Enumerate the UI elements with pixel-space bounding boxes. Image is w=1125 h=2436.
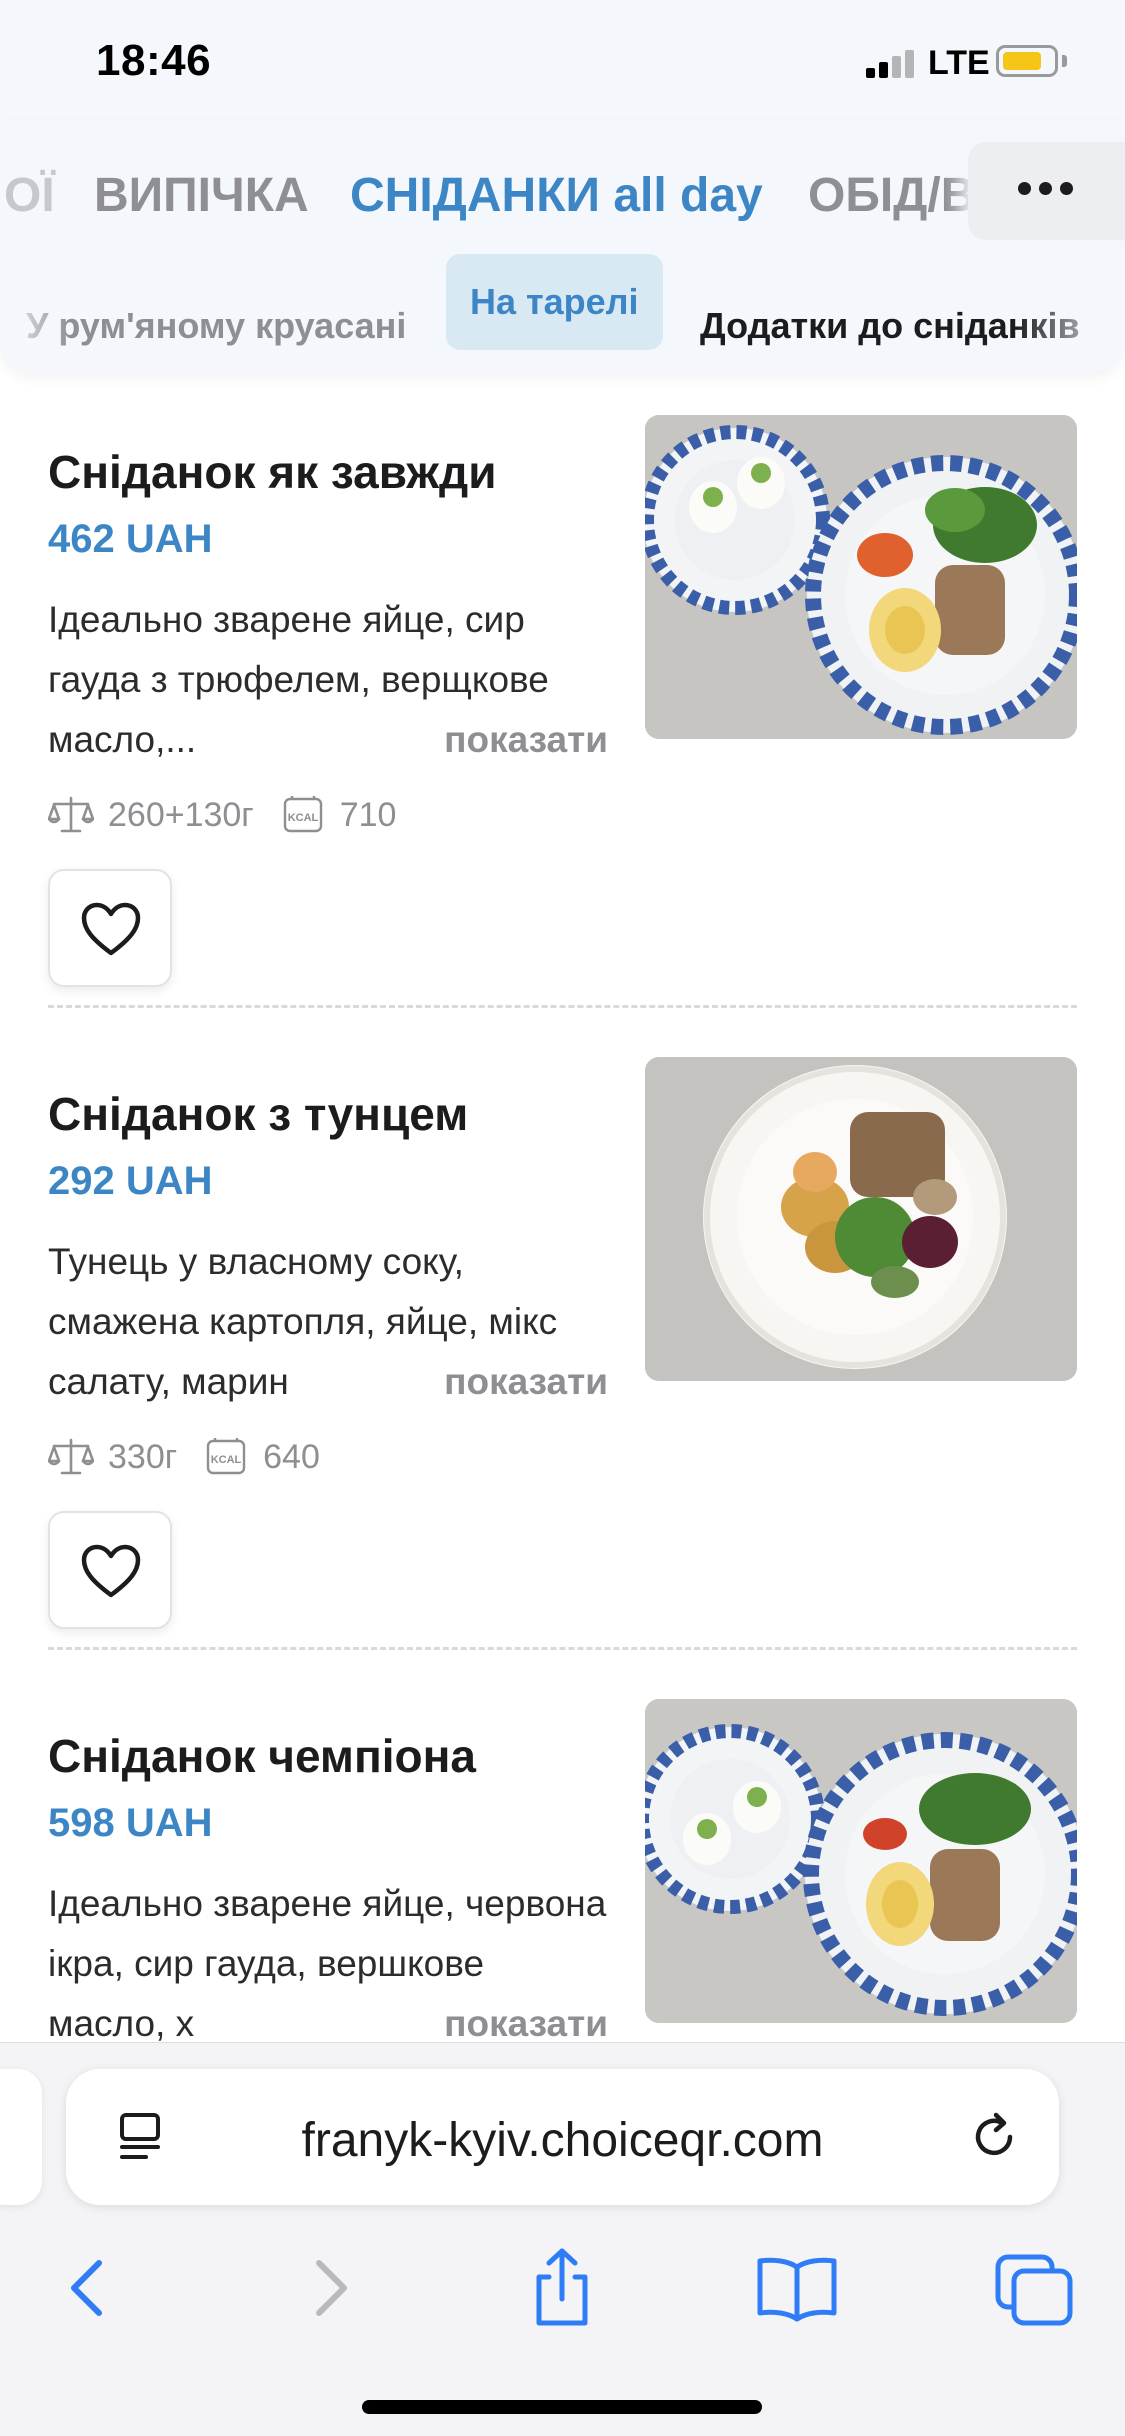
category-tab-lunch[interactable]: ОБІД/В <box>808 168 975 223</box>
scale-icon <box>48 1438 94 1475</box>
item-description: Ідеально зварене яйце, сир гауда з трюфе… <box>48 590 608 770</box>
scroll-fade-left <box>0 252 70 352</box>
battery-icon <box>996 45 1058 77</box>
breakfast-two-plates-photo[interactable] <box>645 415 1077 739</box>
category-tab-vypichka[interactable]: ВИПІЧКА <box>94 168 309 223</box>
subcategory-tab-croissant[interactable]: У рум'яному круасані <box>26 278 406 352</box>
chevron-right-icon <box>316 2260 347 2316</box>
favorite-button[interactable] <box>48 869 172 987</box>
item-weight: 260+130г <box>108 795 254 834</box>
reload-icon[interactable] <box>966 2109 1022 2165</box>
favorite-button[interactable] <box>48 1511 172 1629</box>
bookmarks-button[interactable] <box>752 2243 842 2333</box>
home-indicator <box>362 2400 762 2414</box>
svg-text:KCAL: KCAL <box>211 1454 242 1466</box>
more-dots-icon <box>1018 182 1074 196</box>
url-text: franyk-kyiv.choiceqr.com <box>301 2114 824 2167</box>
item-price: 598 UAH <box>48 1801 213 1845</box>
signal-strength-icon <box>866 50 916 78</box>
heart-icon <box>81 1544 141 1598</box>
subcategory-tab-on-plate[interactable]: На тарелі <box>446 254 663 350</box>
menu-item[interactable]: Сніданок з тунцем 292 UAH Тунець у власн… <box>0 1057 1125 1729</box>
forward-button[interactable] <box>284 2243 374 2333</box>
tuna-plate-photo[interactable] <box>645 1057 1077 1381</box>
battery-nub <box>1062 55 1067 67</box>
status-time: 18:46 <box>96 36 212 85</box>
previous-tab-pill[interactable] <box>0 2069 42 2205</box>
item-price: 462 UAH <box>48 517 213 561</box>
item-divider <box>48 1647 1077 1650</box>
svg-text:KCAL: KCAL <box>287 812 318 824</box>
status-bar: 18:46 LTE <box>0 0 1125 120</box>
item-title: Сніданок як завжди <box>48 446 497 498</box>
back-button[interactable] <box>44 2243 134 2333</box>
item-kcal: 710 <box>339 795 397 834</box>
tabs-icon <box>995 2254 1073 2326</box>
menu-item[interactable]: Сніданок як завжди 462 UAH Ідеально звар… <box>0 415 1125 1087</box>
item-description: Тунець у власному соку, смажена картопля… <box>48 1232 608 1412</box>
category-tabs: ОЇ ВИПІЧКА СНІДАНКИ all day ОБІД/В <box>0 130 1125 240</box>
item-price: 292 UAH <box>48 1159 213 1203</box>
kcal-icon: KCAL <box>283 796 322 833</box>
show-more-link[interactable]: показати <box>354 710 608 770</box>
item-title: Сніданок з тунцем <box>48 1088 469 1140</box>
category-tab[interactable]: ОЇ <box>4 168 55 223</box>
item-title: Сніданок чемпіона <box>48 1730 476 1782</box>
champion-breakfast-photo[interactable] <box>645 1699 1077 2023</box>
item-divider <box>48 1005 1077 1008</box>
heart-icon <box>81 902 141 956</box>
chevron-left-icon <box>71 2260 102 2316</box>
share-button[interactable] <box>517 2243 607 2333</box>
item-meta: 330г KCAL 640 <box>48 1437 346 1477</box>
item-weight: 330г <box>108 1437 178 1476</box>
address-bar[interactable]: franyk-kyiv.choiceqr.com <box>66 2069 1059 2205</box>
show-more-link[interactable]: показати <box>354 1352 608 1412</box>
category-tab-breakfasts[interactable]: СНІДАНКИ all day <box>350 168 763 223</box>
browser-toolbar: franyk-kyiv.choiceqr.com <box>0 2042 1125 2436</box>
subcategory-tabs: У рум'яному круасані На тарелі Додатки д… <box>0 252 1125 352</box>
item-kcal: 640 <box>263 1437 320 1476</box>
scroll-fade-right <box>1015 252 1125 352</box>
more-categories-button[interactable] <box>968 142 1125 240</box>
scale-icon <box>48 796 94 833</box>
network-type: LTE <box>928 44 990 82</box>
book-icon <box>757 2257 837 2322</box>
share-icon <box>536 2248 588 2326</box>
item-meta: 260+130г KCAL 710 <box>48 795 422 835</box>
kcal-icon: KCAL <box>206 1438 246 1475</box>
item-description: Ідеально зварене яйце, червона ікра, сир… <box>48 1874 608 2054</box>
tabs-button[interactable] <box>990 2243 1080 2333</box>
